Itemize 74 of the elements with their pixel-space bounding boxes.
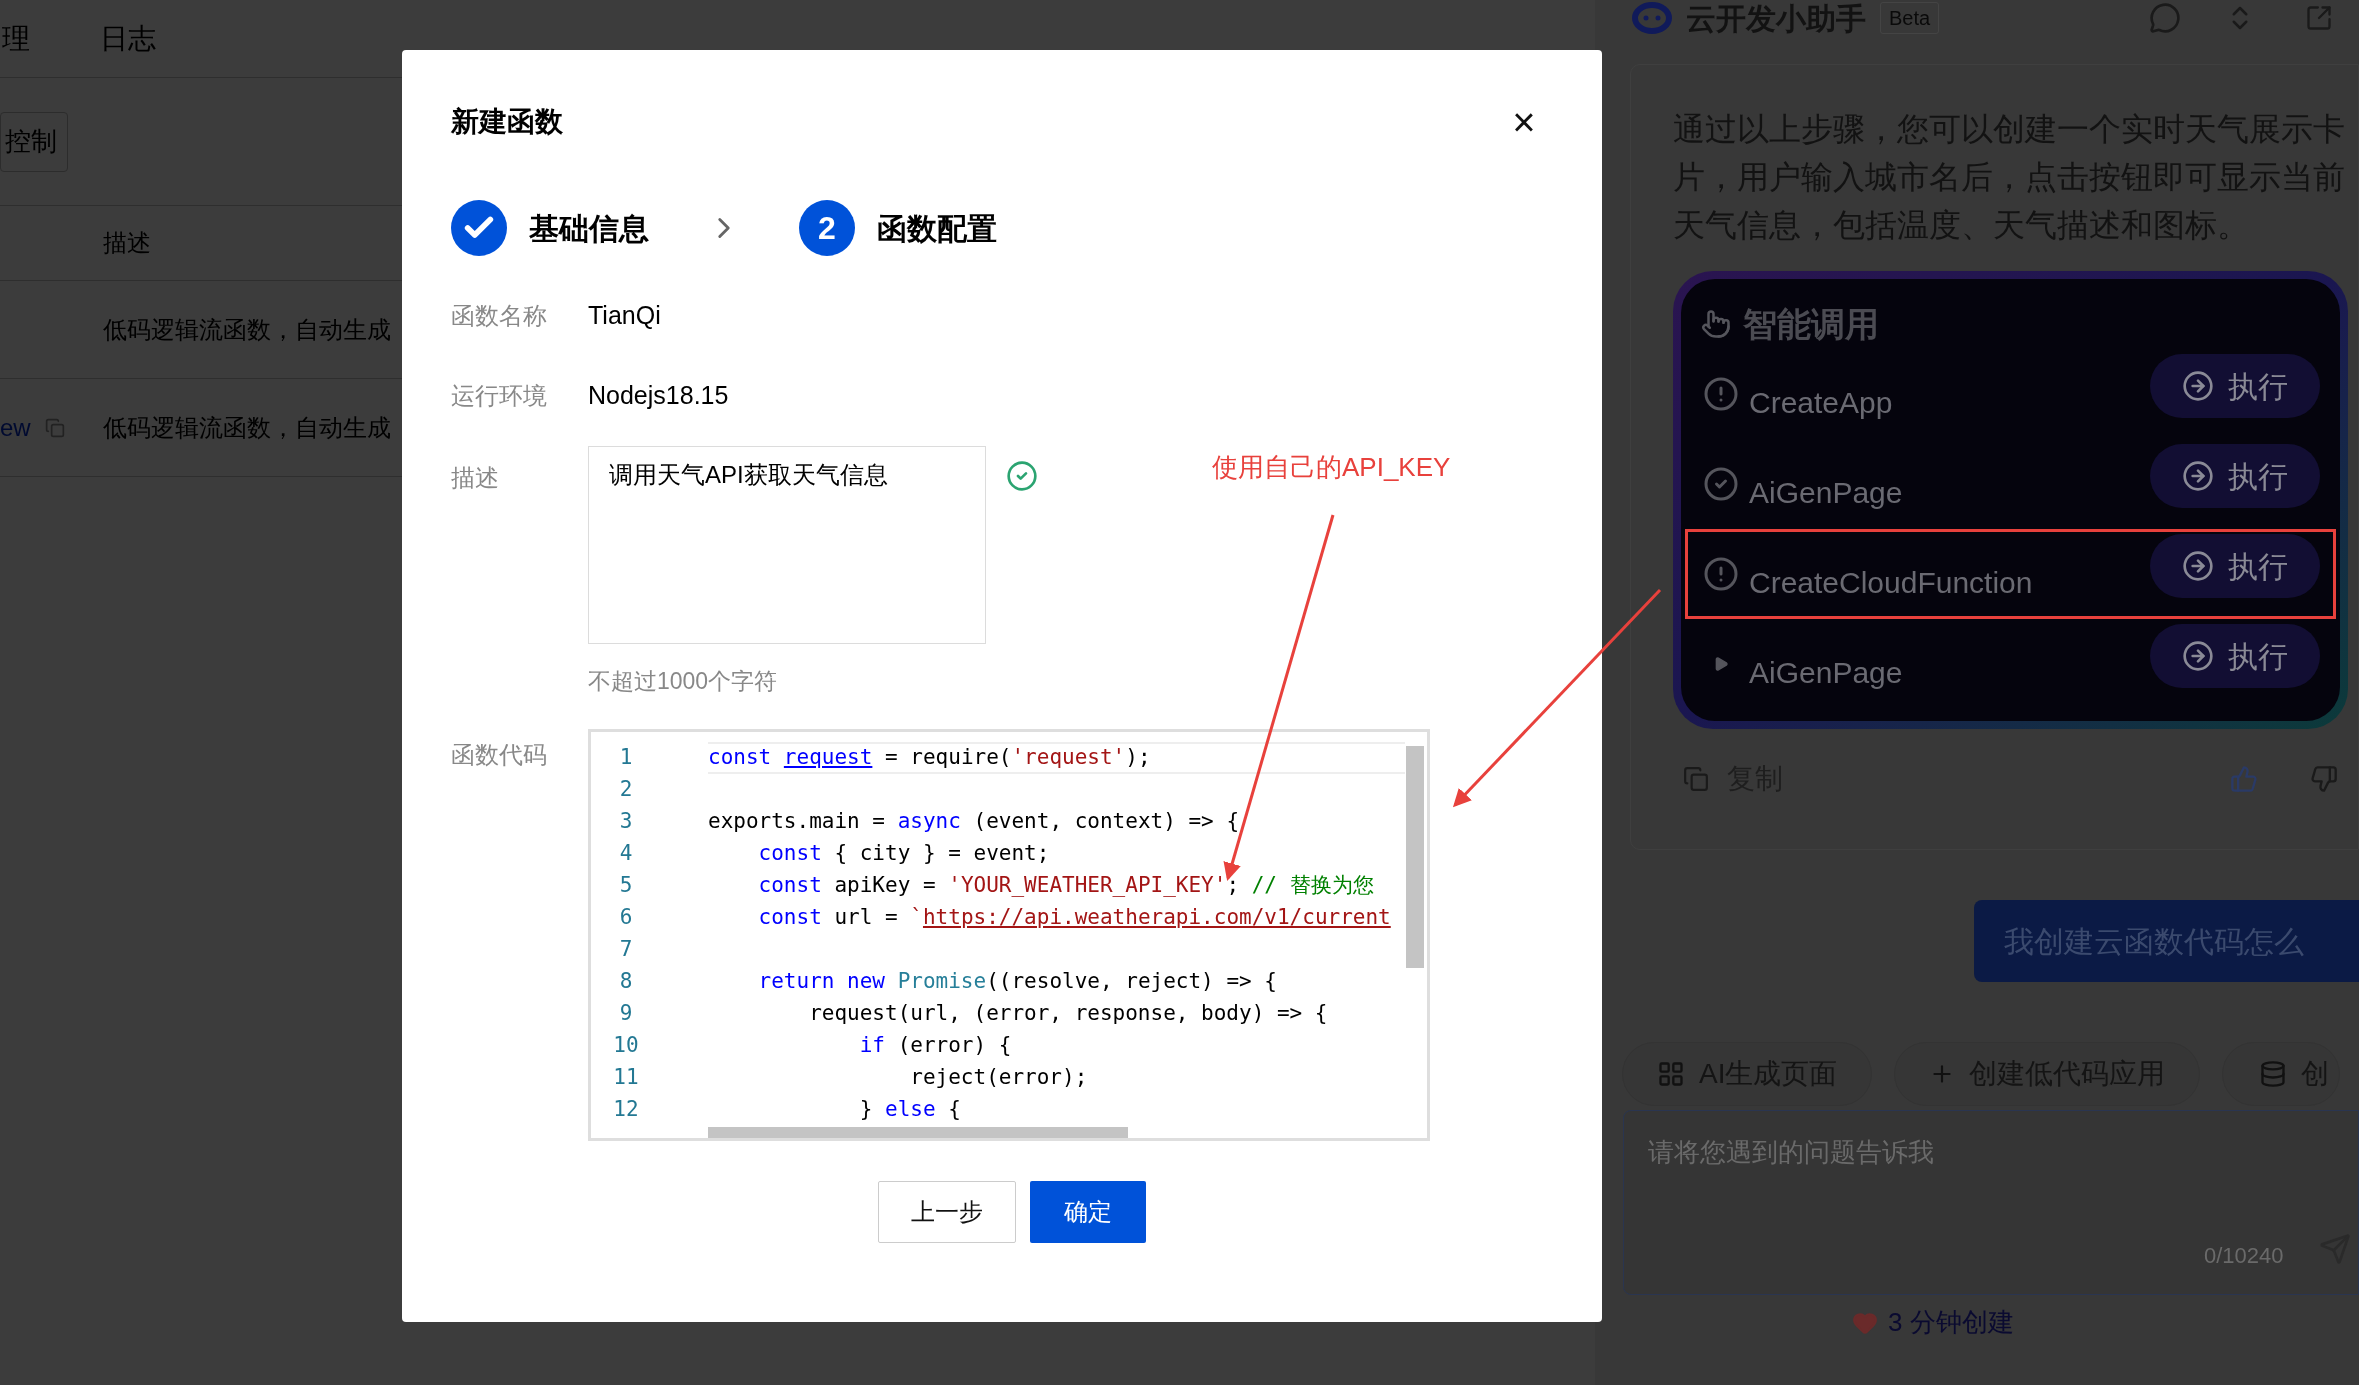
- line-number: 6: [618, 903, 634, 931]
- card-title: 智能调用: [1743, 303, 1879, 345]
- table-cell-text: 低码逻辑流函数，自动生成: [103, 412, 391, 443]
- nav-tab[interactable]: 理: [2, 17, 30, 60]
- run-button[interactable]: 执行: [2150, 534, 2320, 598]
- code-line: const request = require('request');: [708, 743, 1151, 771]
- thumbs-down-icon[interactable]: [2310, 765, 2338, 793]
- field-label: 函数代码: [451, 739, 548, 770]
- control-button[interactable]: 控制: [0, 111, 68, 172]
- tool-name: AiGenPage: [1749, 474, 1904, 511]
- field-value: TianQi: [588, 300, 661, 332]
- line-number: 3: [618, 807, 634, 835]
- alert-icon: [1703, 376, 1739, 412]
- hint-text: 不超过1000个字符: [588, 667, 779, 696]
- arrow-circle-icon: [2182, 370, 2214, 402]
- code-line: if (error) {: [858, 1031, 1012, 1059]
- code-line: exports.main = async (event, context) => {: [708, 807, 1240, 835]
- dialog-title: 新建函数: [451, 105, 563, 139]
- close-button[interactable]: ×: [1506, 104, 1542, 140]
- line-number: 5: [618, 871, 634, 899]
- chat-icon[interactable]: [2149, 2, 2181, 34]
- code-line: reject(error);: [909, 1063, 1088, 1091]
- run-button[interactable]: 执行: [2150, 624, 2320, 688]
- code-editor[interactable]: [588, 728, 1430, 1141]
- alert-icon: [1703, 556, 1739, 592]
- table-cell-text: 低码逻辑流函数，自动生成: [103, 314, 391, 345]
- code-line: const { city } = event;: [757, 839, 1050, 867]
- nav-tab[interactable]: 日志: [100, 17, 156, 60]
- code-line: return new Promise((resolve, reject) => {: [757, 967, 1277, 995]
- run-button[interactable]: 执行: [2150, 444, 2320, 508]
- copy-icon[interactable]: [1683, 766, 1709, 792]
- run-button[interactable]: 执行: [2150, 354, 2320, 418]
- line-number: 9: [618, 999, 634, 1027]
- line-number: 8: [618, 967, 634, 995]
- tool-name: AiGenPage: [1749, 654, 1904, 691]
- arrow-circle-icon: [2182, 550, 2214, 582]
- description-textarea[interactable]: 调用天气API获取天气信息: [588, 446, 986, 644]
- code-line: } else {: [858, 1095, 961, 1123]
- grid-icon: [1657, 1060, 1685, 1088]
- code-line: const apiKey = 'YOUR_WEATHER_API_KEY'; // 替换为您: [757, 871, 1374, 899]
- column-header: 描述: [103, 228, 151, 258]
- arrow-circle-icon: [2182, 640, 2214, 672]
- arrow-circle-icon: [2182, 460, 2214, 492]
- field-label: 运行环境: [451, 381, 548, 411]
- check-circle-icon: [1703, 466, 1739, 502]
- copy-icon[interactable]: [44, 417, 65, 438]
- field-label: 函数名称: [451, 301, 548, 331]
- step-label: 基础信息: [529, 210, 649, 247]
- tool-name: CreateCloudFunction: [1749, 564, 2034, 601]
- expand-icon[interactable]: [1713, 656, 1729, 672]
- annotation-note: 使用自己的API_KEY: [1212, 451, 1451, 484]
- tool-name: CreateApp: [1749, 384, 1894, 421]
- previous-button[interactable]: 上一步: [877, 1180, 1016, 1243]
- popout-icon[interactable]: [2305, 4, 2333, 32]
- vertical-scrollbar[interactable]: [1406, 745, 1424, 968]
- function-link[interactable]: ew: [0, 409, 31, 446]
- step-label: 函数配置: [877, 210, 997, 247]
- line-number: 7: [618, 935, 634, 963]
- confirm-button[interactable]: 确定: [1029, 1180, 1146, 1243]
- code-line: request(url, (error, response, body) => {: [808, 999, 1328, 1027]
- thumbs-up-icon[interactable]: [2230, 765, 2258, 793]
- line-number: 2: [618, 775, 634, 803]
- line-number: 1: [618, 743, 634, 771]
- line-number: 10: [612, 1031, 640, 1059]
- field-value: Nodejs18.15: [588, 380, 729, 412]
- line-number: 12: [612, 1095, 640, 1123]
- robot-logo-icon: [1632, 2, 1672, 34]
- field-label: 描述: [451, 463, 500, 493]
- line-number: 11: [612, 1063, 640, 1091]
- database-icon: [2259, 1060, 2288, 1088]
- tap-icon: [1701, 309, 1731, 339]
- code-line: const url = `https://api.weatherapi.com/v1/current: [757, 903, 1391, 931]
- horizontal-scrollbar[interactable]: [708, 1126, 1128, 1138]
- line-number: 4: [618, 839, 634, 867]
